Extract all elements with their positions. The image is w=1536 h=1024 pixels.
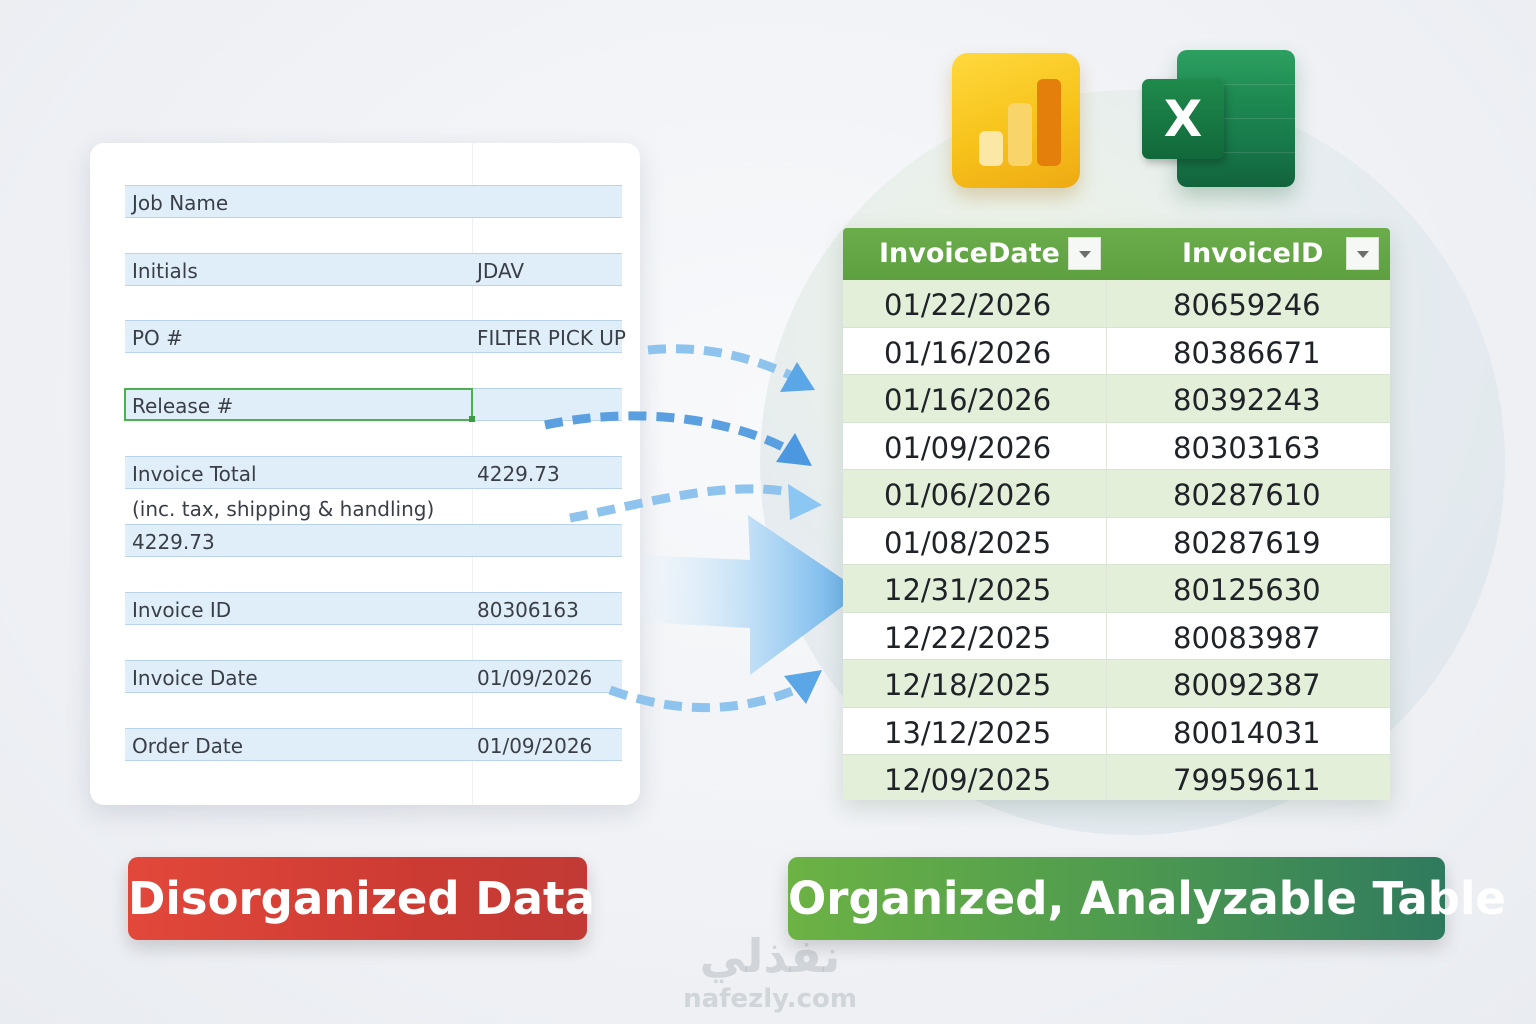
column-divider [1106,422,1107,469]
cell-invoice-date[interactable]: 12/31/2025 [884,573,1051,607]
table-row[interactable]: 01/16/2026 80392243 [843,375,1390,423]
watermark-url: nafezly.com [683,984,857,1014]
cell-invoice-id[interactable]: 80386671 [1173,336,1321,370]
table-row[interactable]: 12/09/2025 79959611 [843,755,1390,800]
table-row[interactable]: 12/22/2025 80083987 [843,612,1390,660]
cell-invoice-id[interactable]: 80287610 [1173,478,1321,512]
column-divider [1106,755,1107,800]
power-bi-bar [1008,103,1032,166]
excel-icon: X [1142,50,1295,187]
dashed-arrow [544,411,812,466]
cell-invoice-date[interactable]: 01/16/2026 [884,383,1051,417]
filter-dropdown-icon[interactable] [1068,237,1101,270]
column-divider [1106,612,1107,659]
power-bi-icon [952,53,1080,188]
table-row[interactable]: 01/22/2026 80659246 [843,280,1390,328]
big-arrow [640,515,862,675]
organized-invoice-table: InvoiceDate InvoiceID 01/22/2026 80659246… [843,228,1390,800]
table-row[interactable]: 01/09/2026 80303163 [843,422,1390,470]
cell-invoice-id[interactable]: 80083987 [1173,621,1321,655]
cell-invoice-date[interactable]: 13/12/2025 [884,716,1051,750]
table-row[interactable]: 12/18/2025 80092387 [843,660,1390,708]
column-divider [1106,327,1107,374]
cell-invoice-date[interactable]: 01/09/2026 [884,431,1051,465]
column-divider [1106,470,1107,517]
cell-invoice-id[interactable]: 80287619 [1173,526,1321,560]
column-divider [1106,280,1107,327]
column-divider [1106,375,1107,422]
cell-invoice-id[interactable]: 80392243 [1173,383,1321,417]
power-bi-bar [979,131,1003,166]
table-row[interactable]: 13/12/2025 80014031 [843,707,1390,755]
dashed-arrow [647,344,815,392]
column-divider [1106,660,1107,707]
column-header-invoice-date[interactable]: InvoiceDate [879,238,1060,269]
table-row[interactable]: 01/06/2026 80287610 [843,470,1390,518]
cell-invoice-date[interactable]: 01/22/2026 [884,288,1051,322]
table-header: InvoiceDate InvoiceID [843,228,1390,280]
cell-invoice-id[interactable]: 80014031 [1173,716,1321,750]
cell-invoice-date[interactable]: 01/16/2026 [884,336,1051,370]
cell-invoice-date[interactable]: 01/06/2026 [884,478,1051,512]
table-row[interactable]: 01/08/2025 80287619 [843,517,1390,565]
excel-letter-tile: X [1142,79,1224,159]
dashed-arrow [569,484,822,523]
cell-invoice-id[interactable]: 80303163 [1173,431,1321,465]
filter-dropdown-icon[interactable] [1346,237,1379,270]
watermark: نفذلي nafezly.com [670,928,870,1014]
cell-invoice-id[interactable]: 79959611 [1173,763,1321,797]
column-divider [1106,707,1107,754]
cell-invoice-date[interactable]: 12/18/2025 [884,668,1051,702]
cell-invoice-date[interactable]: 12/09/2025 [884,763,1051,797]
table-row[interactable]: 01/16/2026 80386671 [843,327,1390,375]
disorganized-data-banner: Disorganized Data [128,857,595,940]
column-divider [1106,517,1107,564]
dashed-arrow [608,670,822,713]
column-header-invoice-id[interactable]: InvoiceID [1182,238,1323,269]
column-divider [1106,565,1107,612]
table-row[interactable]: 12/31/2025 80125630 [843,565,1390,613]
watermark-arabic: نفذلي [699,929,841,983]
organized-table-banner: Organized, Analyzable Table [788,857,1506,940]
cell-invoice-id[interactable]: 80125630 [1173,573,1321,607]
cell-invoice-date[interactable]: 01/08/2025 [884,526,1051,560]
cell-invoice-id[interactable]: 80659246 [1173,288,1321,322]
cell-invoice-id[interactable]: 80092387 [1173,668,1321,702]
power-bi-bar [1037,79,1061,166]
cell-invoice-date[interactable]: 12/22/2025 [884,621,1051,655]
